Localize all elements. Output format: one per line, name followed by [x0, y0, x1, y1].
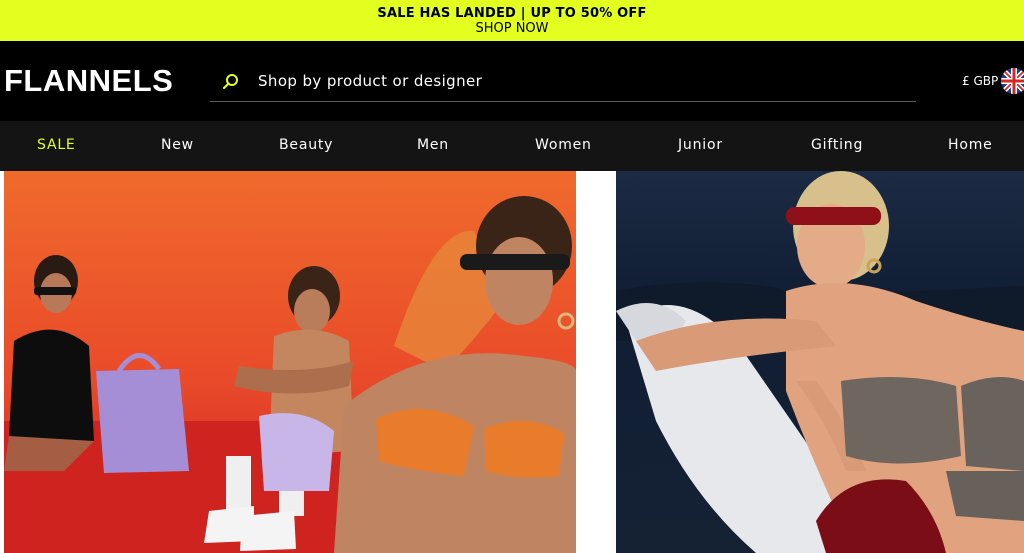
- nav-item-gifting[interactable]: Gifting: [811, 137, 863, 153]
- nav-item-junior[interactable]: Junior: [678, 137, 723, 153]
- search-bar[interactable]: [210, 61, 916, 102]
- promo-banner[interactable]: SALE HAS LANDED | UP TO 50% OFF SHOP NOW: [0, 0, 1024, 41]
- uk-flag-icon[interactable]: [1001, 68, 1024, 94]
- site-header: FLANNELS £ GBP: [0, 41, 1024, 121]
- search-input[interactable]: [258, 70, 898, 92]
- hero-swimwear-illustration: [4, 171, 576, 553]
- nav-item-beauty[interactable]: Beauty: [279, 137, 333, 153]
- nav-item-sale[interactable]: SALE: [37, 137, 76, 153]
- hero-image-swimwear[interactable]: [4, 171, 576, 553]
- flannels-logo[interactable]: FLANNELS: [4, 63, 173, 99]
- promo-title: SALE HAS LANDED | UP TO 50% OFF: [377, 6, 647, 21]
- nav-item-home[interactable]: Home: [948, 137, 993, 153]
- hero-image-beachwear[interactable]: [616, 171, 1024, 553]
- search-icon[interactable]: [222, 73, 240, 91]
- nav-item-new[interactable]: New: [161, 137, 194, 153]
- main-nav: SALE New Beauty Men Women Junior Gifting…: [0, 121, 1024, 171]
- nav-item-women[interactable]: Women: [535, 137, 592, 153]
- shop-now-link[interactable]: SHOP NOW: [0, 21, 1024, 36]
- currency-selector[interactable]: £ GBP: [962, 74, 998, 88]
- nav-item-men[interactable]: Men: [417, 137, 449, 153]
- hero-beachwear-illustration: [616, 171, 1024, 553]
